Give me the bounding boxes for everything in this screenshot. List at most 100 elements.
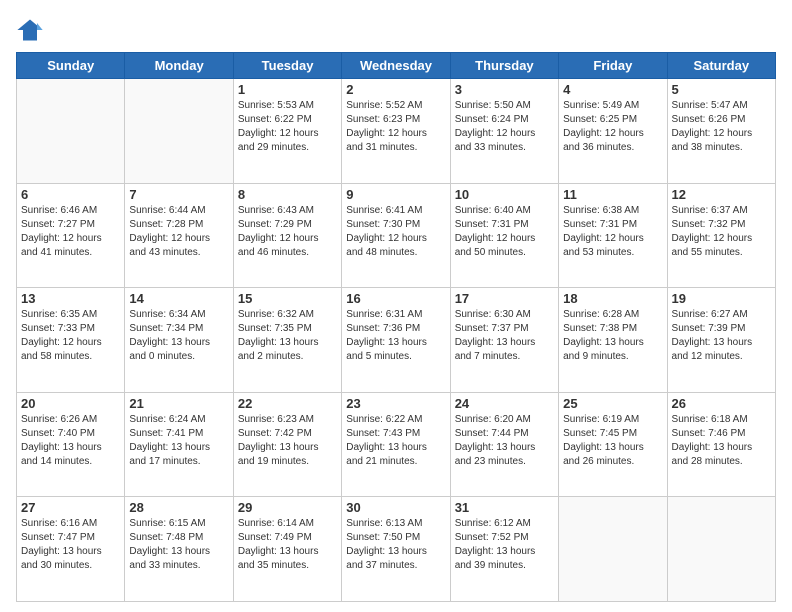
day-number: 10 — [455, 187, 554, 202]
cell-info: Sunrise: 6:32 AM Sunset: 7:35 PM Dayligh… — [238, 308, 337, 364]
calendar-cell: 21 Sunrise: 6:24 AM Sunset: 7:41 PM Dayli… — [125, 392, 233, 497]
calendar-cell: 29 Sunrise: 6:14 AM Sunset: 7:49 PM Dayli… — [233, 497, 341, 602]
cell-info: Sunrise: 6:30 AM Sunset: 7:37 PM Dayligh… — [455, 308, 554, 364]
calendar-day-header: Monday — [125, 53, 233, 79]
cell-info: Sunrise: 6:26 AM Sunset: 7:40 PM Dayligh… — [21, 413, 120, 469]
logo — [16, 16, 48, 44]
cell-info: Sunrise: 6:16 AM Sunset: 7:47 PM Dayligh… — [21, 517, 120, 573]
calendar-cell: 19Sunrise: 6:27 AM Sunset: 7:39 PM Dayli… — [667, 288, 775, 393]
cell-info: Sunrise: 6:14 AM Sunset: 7:49 PM Dayligh… — [238, 517, 337, 573]
day-number: 1 — [238, 82, 337, 97]
day-number: 22 — [238, 396, 337, 411]
day-number: 26 — [672, 396, 771, 411]
day-number: 17 — [455, 291, 554, 306]
calendar-cell: 18Sunrise: 6:28 AM Sunset: 7:38 PM Dayli… — [559, 288, 667, 393]
calendar-cell: 12Sunrise: 6:37 AM Sunset: 7:32 PM Dayli… — [667, 183, 775, 288]
cell-info: Sunrise: 6:12 AM Sunset: 7:52 PM Dayligh… — [455, 517, 554, 573]
day-number: 6 — [21, 187, 120, 202]
day-number: 11 — [563, 187, 662, 202]
calendar-day-header: Friday — [559, 53, 667, 79]
calendar-day-header: Tuesday — [233, 53, 341, 79]
cell-info: Sunrise: 6:28 AM Sunset: 7:38 PM Dayligh… — [563, 308, 662, 364]
calendar-cell: 1 Sunrise: 5:53 AM Sunset: 6:22 PM Daylig… — [233, 79, 341, 184]
day-number: 31 — [455, 500, 554, 515]
calendar-cell: 15 Sunrise: 6:32 AM Sunset: 7:35 PM Dayli… — [233, 288, 341, 393]
cell-info: Sunrise: 6:40 AM Sunset: 7:31 PM Dayligh… — [455, 204, 554, 260]
calendar-cell: 4 Sunrise: 5:49 AM Sunset: 6:25 PM Daylig… — [559, 79, 667, 184]
cell-info: Sunrise: 6:38 AM Sunset: 7:31 PM Dayligh… — [563, 204, 662, 260]
cell-info: Sunrise: 6:41 AM Sunset: 7:30 PM Dayligh… — [346, 204, 445, 260]
cell-info: Sunrise: 6:24 AM Sunset: 7:41 PM Dayligh… — [129, 413, 228, 469]
day-number: 13 — [21, 291, 120, 306]
day-number: 4 — [563, 82, 662, 97]
day-number: 8 — [238, 187, 337, 202]
calendar-cell: 23 Sunrise: 6:22 AM Sunset: 7:43 PM Dayli… — [342, 392, 450, 497]
day-number: 28 — [129, 500, 228, 515]
calendar-cell: 8 Sunrise: 6:43 AM Sunset: 7:29 PM Daylig… — [233, 183, 341, 288]
day-number: 25 — [563, 396, 662, 411]
cell-info: Sunrise: 6:19 AM Sunset: 7:45 PM Dayligh… — [563, 413, 662, 469]
cell-info: Sunrise: 6:34 AM Sunset: 7:34 PM Dayligh… — [129, 308, 228, 364]
day-number: 21 — [129, 396, 228, 411]
calendar-cell: 28Sunrise: 6:15 AM Sunset: 7:48 PM Dayli… — [125, 497, 233, 602]
cell-info: Sunrise: 5:49 AM Sunset: 6:25 PM Dayligh… — [563, 99, 662, 155]
day-number: 2 — [346, 82, 445, 97]
cell-info: Sunrise: 6:23 AM Sunset: 7:42 PM Dayligh… — [238, 413, 337, 469]
cell-info: Sunrise: 6:20 AM Sunset: 7:44 PM Dayligh… — [455, 413, 554, 469]
calendar-cell: 3 Sunrise: 5:50 AM Sunset: 6:24 PM Daylig… — [450, 79, 558, 184]
calendar-table: SundayMondayTuesdayWednesdayThursdayFrid… — [16, 52, 776, 602]
day-number: 7 — [129, 187, 228, 202]
calendar-week-row: 27 Sunrise: 6:16 AM Sunset: 7:47 PM Dayli… — [17, 497, 776, 602]
day-number: 16 — [346, 291, 445, 306]
calendar-week-row: 6 Sunrise: 6:46 AM Sunset: 7:27 PM Daylig… — [17, 183, 776, 288]
calendar-week-row: 13 Sunrise: 6:35 AM Sunset: 7:33 PM Dayli… — [17, 288, 776, 393]
calendar-cell: 6 Sunrise: 6:46 AM Sunset: 7:27 PM Daylig… — [17, 183, 125, 288]
calendar-cell: 16 Sunrise: 6:31 AM Sunset: 7:36 PM Dayli… — [342, 288, 450, 393]
day-number: 20 — [21, 396, 120, 411]
page: SundayMondayTuesdayWednesdayThursdayFrid… — [0, 0, 792, 612]
day-number: 29 — [238, 500, 337, 515]
cell-info: Sunrise: 5:50 AM Sunset: 6:24 PM Dayligh… — [455, 99, 554, 155]
cell-info: Sunrise: 5:47 AM Sunset: 6:26 PM Dayligh… — [672, 99, 771, 155]
calendar-cell: 22 Sunrise: 6:23 AM Sunset: 7:42 PM Dayli… — [233, 392, 341, 497]
calendar-cell: 10 Sunrise: 6:40 AM Sunset: 7:31 PM Dayli… — [450, 183, 558, 288]
cell-info: Sunrise: 6:35 AM Sunset: 7:33 PM Dayligh… — [21, 308, 120, 364]
calendar-day-header: Sunday — [17, 53, 125, 79]
cell-info: Sunrise: 5:52 AM Sunset: 6:23 PM Dayligh… — [346, 99, 445, 155]
calendar-cell: 2 Sunrise: 5:52 AM Sunset: 6:23 PM Daylig… — [342, 79, 450, 184]
cell-info: Sunrise: 6:22 AM Sunset: 7:43 PM Dayligh… — [346, 413, 445, 469]
day-number: 15 — [238, 291, 337, 306]
logo-icon — [16, 16, 44, 44]
calendar-week-row: 1 Sunrise: 5:53 AM Sunset: 6:22 PM Daylig… — [17, 79, 776, 184]
cell-info: Sunrise: 6:43 AM Sunset: 7:29 PM Dayligh… — [238, 204, 337, 260]
day-number: 9 — [346, 187, 445, 202]
calendar-cell: 9 Sunrise: 6:41 AM Sunset: 7:30 PM Daylig… — [342, 183, 450, 288]
cell-info: Sunrise: 5:53 AM Sunset: 6:22 PM Dayligh… — [238, 99, 337, 155]
day-number: 5 — [672, 82, 771, 97]
cell-info: Sunrise: 6:13 AM Sunset: 7:50 PM Dayligh… — [346, 517, 445, 573]
cell-info: Sunrise: 6:31 AM Sunset: 7:36 PM Dayligh… — [346, 308, 445, 364]
calendar-cell: 11 Sunrise: 6:38 AM Sunset: 7:31 PM Dayli… — [559, 183, 667, 288]
day-number: 3 — [455, 82, 554, 97]
calendar-cell: 17 Sunrise: 6:30 AM Sunset: 7:37 PM Dayli… — [450, 288, 558, 393]
day-number: 23 — [346, 396, 445, 411]
day-number: 14 — [129, 291, 228, 306]
calendar-cell: 24Sunrise: 6:20 AM Sunset: 7:44 PM Dayli… — [450, 392, 558, 497]
calendar-cell — [667, 497, 775, 602]
day-number: 30 — [346, 500, 445, 515]
calendar-cell: 7Sunrise: 6:44 AM Sunset: 7:28 PM Daylig… — [125, 183, 233, 288]
calendar-cell — [559, 497, 667, 602]
day-number: 27 — [21, 500, 120, 515]
cell-info: Sunrise: 6:18 AM Sunset: 7:46 PM Dayligh… — [672, 413, 771, 469]
calendar-cell — [125, 79, 233, 184]
calendar-cell: 5 Sunrise: 5:47 AM Sunset: 6:26 PM Daylig… — [667, 79, 775, 184]
cell-info: Sunrise: 6:27 AM Sunset: 7:39 PM Dayligh… — [672, 308, 771, 364]
calendar-cell — [17, 79, 125, 184]
calendar-day-header: Wednesday — [342, 53, 450, 79]
cell-info: Sunrise: 6:46 AM Sunset: 7:27 PM Dayligh… — [21, 204, 120, 260]
calendar-cell: 13 Sunrise: 6:35 AM Sunset: 7:33 PM Dayli… — [17, 288, 125, 393]
calendar-header-row: SundayMondayTuesdayWednesdayThursdayFrid… — [17, 53, 776, 79]
calendar-cell: 20 Sunrise: 6:26 AM Sunset: 7:40 PM Dayli… — [17, 392, 125, 497]
calendar-week-row: 20 Sunrise: 6:26 AM Sunset: 7:40 PM Dayli… — [17, 392, 776, 497]
calendar-cell: 26 Sunrise: 6:18 AM Sunset: 7:46 PM Dayli… — [667, 392, 775, 497]
